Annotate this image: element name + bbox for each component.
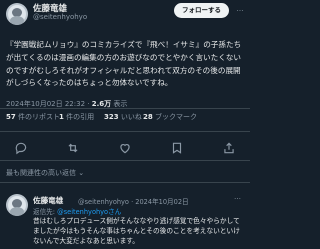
likes-count: 323 [104,113,119,121]
quotes-label: 件の引用 [66,113,95,121]
reply-author-handle[interactable]: @seitenhyohyo [78,198,129,206]
meta-separator: · [87,100,90,108]
author-handle[interactable]: @seitenhyohyo [33,13,87,21]
reply-handle-date: @seitenhyohyo · 2024年10月02日 [78,198,189,206]
post-date[interactable]: 2024年10月02日 22:32 [6,100,85,108]
divider [0,131,250,132]
replies-sort-text: 最も関連性の高い返信 [6,169,76,177]
likes-label: いいね [120,113,142,121]
reply-to-label: 返信先: [33,208,56,216]
action-bar [0,139,250,155]
quotes-stat[interactable]: 1 件の引用 [59,112,94,122]
reply-item[interactable]: 佐藤竜雄 @seitenhyohyo · 2024年10月02日 … 返信先: … [0,184,250,249]
quotes-count: 1 [59,113,64,121]
reposts-label: 件のリポスト [17,113,60,121]
reply-date[interactable]: 2024年10月02日 [135,198,188,206]
bookmarks-stat[interactable]: 28 ブックマーク [143,112,197,122]
reply-icon[interactable] [14,140,28,155]
views-count: 2.6万 [91,100,112,108]
divider [0,108,250,109]
post-body: 『学園戦記ムリョウ』のコミカライズで『飛べ！イサミ』の子孫たちが出てくるのは漫画… [6,40,242,88]
more-options-icon[interactable]: … [234,3,246,15]
replies-sort-label[interactable]: 最も関連性の高い返信 ⌄ [6,168,84,178]
divider [0,182,250,183]
bookmarks-label: ブックマーク [154,113,197,121]
repost-icon[interactable] [66,140,80,154]
post-header: 佐藤竜雄 @seitenhyohyo フォローする … [0,0,250,26]
avatar[interactable] [6,3,28,25]
share-icon[interactable] [222,140,236,154]
likes-stat[interactable]: 323 いいね [104,112,142,122]
reply-to-handle[interactable]: @seitenhyohyoさん [57,208,121,216]
divider [0,160,250,161]
follow-button[interactable]: フォローする [174,3,229,18]
stats-row: 57 件のリポスト 1 件の引用 323 いいね 28 ブックマーク [6,112,246,126]
bookmarks-count: 28 [143,113,153,121]
reposts-stat[interactable]: 57 件のリポスト [6,112,60,122]
chevron-down-icon: ⌄ [78,169,85,177]
reply-to: 返信先: @seitenhyohyoさん [33,206,121,216]
views-label: 表示 [113,100,128,108]
more-options-icon[interactable]: … [234,193,241,201]
reply-text: 昔はむしろプロデュース側がそんななやり逃げ感覚で色々やらかしてましたが今はもうそ… [33,217,240,245]
avatar[interactable] [6,194,28,216]
bookmark-icon[interactable] [170,140,184,154]
reply-author-name[interactable]: 佐藤竜雄 [33,195,63,206]
like-icon[interactable] [118,140,132,154]
post-text: 『学園戦記ムリョウ』のコミカライズで『飛べ！イサミ』の子孫たちが出てくるのは漫画… [6,39,246,90]
reposts-count: 57 [6,113,16,121]
